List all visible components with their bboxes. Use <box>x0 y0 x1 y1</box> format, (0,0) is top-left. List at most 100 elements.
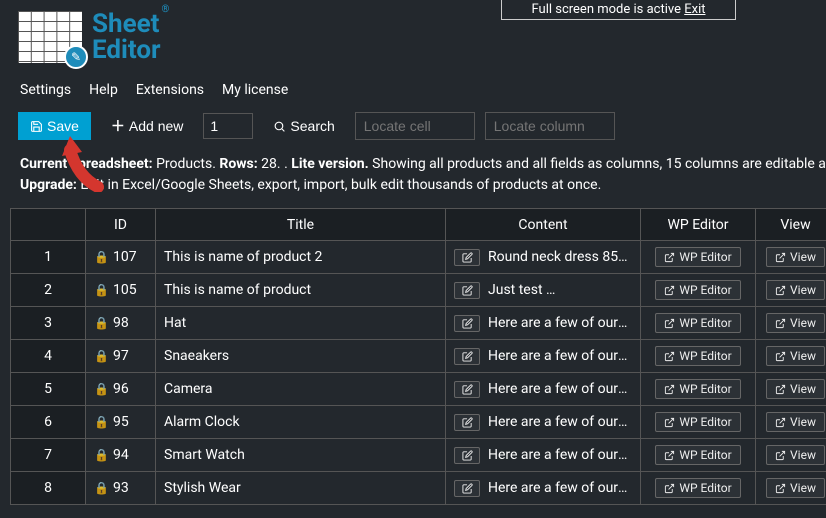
cell-id[interactable]: 🔒94 <box>86 439 156 472</box>
cell-id[interactable]: 🔒105 <box>86 274 156 307</box>
menu-help[interactable]: Help <box>89 82 118 98</box>
view-button[interactable]: View <box>766 379 825 399</box>
edit-content-button[interactable] <box>454 447 480 464</box>
content-text: Here are a few of our … <box>488 447 628 463</box>
cell-wp-editor: WP Editor <box>641 439 756 472</box>
cell-id[interactable]: 🔒98 <box>86 307 156 340</box>
search-button[interactable]: Search <box>263 112 344 140</box>
cell-id[interactable]: 🔒97 <box>86 340 156 373</box>
cell-title[interactable]: Alarm Clock <box>156 406 446 439</box>
wp-editor-button[interactable]: WP Editor <box>655 379 740 399</box>
lock-icon: 🔒 <box>94 415 109 429</box>
wp-editor-button[interactable]: WP Editor <box>655 280 740 300</box>
cell-view: View <box>756 439 826 472</box>
header-id[interactable]: ID <box>86 209 156 241</box>
table-row: 2🔒105This is name of productJust test … … <box>11 274 826 307</box>
cell-title[interactable]: This is name of product <box>156 274 446 307</box>
cell-wp-editor: WP Editor <box>641 340 756 373</box>
edit-content-button[interactable] <box>454 480 480 497</box>
cell-title[interactable]: Snaeakers <box>156 340 446 373</box>
edit-content-button[interactable] <box>454 315 480 332</box>
search-icon <box>273 120 286 133</box>
wp-editor-button[interactable]: WP Editor <box>655 445 740 465</box>
cell-wp-editor: WP Editor <box>641 472 756 505</box>
cell-content[interactable]: Here are a few of our … <box>446 340 641 373</box>
fullscreen-msg: Full screen mode is active <box>531 2 681 17</box>
edit-content-button[interactable] <box>454 414 480 431</box>
table-row: 4🔒97SnaeakersHere are a few of our … WP … <box>11 340 826 373</box>
view-button[interactable]: View <box>766 346 825 366</box>
view-button[interactable]: View <box>766 412 825 432</box>
table-row: 3🔒98HatHere are a few of our … WP Editor… <box>11 307 826 340</box>
lock-icon: 🔒 <box>94 481 109 495</box>
locate-column-input[interactable] <box>485 112 615 140</box>
cell-title[interactable]: Hat <box>156 307 446 340</box>
locate-cell-input[interactable] <box>355 112 475 140</box>
save-button[interactable]: Save <box>18 112 91 140</box>
cell-id[interactable]: 🔒95 <box>86 406 156 439</box>
menu-license[interactable]: My license <box>222 82 288 98</box>
edit-content-button[interactable] <box>454 381 480 398</box>
edit-content-button[interactable] <box>454 282 480 299</box>
cell-title[interactable]: Camera <box>156 373 446 406</box>
header-rownum <box>11 209 86 241</box>
header-wp-editor[interactable]: WP Editor <box>641 209 756 241</box>
cell-content[interactable]: Here are a few of our … <box>446 307 641 340</box>
cell-id[interactable]: 🔒107 <box>86 241 156 274</box>
info-block: Current spreadsheet: Products. Rows: 28.… <box>0 154 826 208</box>
cell-title[interactable]: Stylish Wear <box>156 472 446 505</box>
cell-id[interactable]: 🔒93 <box>86 472 156 505</box>
wp-editor-button[interactable]: WP Editor <box>655 478 740 498</box>
lock-icon: 🔒 <box>94 283 109 297</box>
cell-title[interactable]: This is name of product 2 <box>156 241 446 274</box>
row-number: 5 <box>11 373 86 406</box>
cell-content[interactable]: Here are a few of our … <box>446 373 641 406</box>
header-content[interactable]: Content <box>446 209 641 241</box>
content-text: Round neck dress 85c… <box>488 249 628 265</box>
fullscreen-exit-link[interactable]: Exit <box>684 2 705 17</box>
cell-content[interactable]: Here are a few of our … <box>446 472 641 505</box>
add-new-button[interactable]: ＋ Add new <box>101 110 193 142</box>
cell-view: View <box>756 373 826 406</box>
row-number: 1 <box>11 241 86 274</box>
logo-text: Sheet® Editor <box>88 11 167 63</box>
add-count-input[interactable] <box>203 113 253 139</box>
table-row: 7🔒94Smart WatchHere are a few of our … W… <box>11 439 826 472</box>
lock-icon: 🔒 <box>94 448 109 462</box>
info-upgrade-label: Upgrade: <box>20 177 77 193</box>
cell-title[interactable]: Smart Watch <box>156 439 446 472</box>
cell-wp-editor: WP Editor <box>641 406 756 439</box>
menu-extensions[interactable]: Extensions <box>136 82 204 98</box>
row-number: 8 <box>11 472 86 505</box>
view-button[interactable]: View <box>766 313 825 333</box>
lock-icon: 🔒 <box>94 349 109 363</box>
cell-id[interactable]: 🔒96 <box>86 373 156 406</box>
wp-editor-button[interactable]: WP Editor <box>655 247 740 267</box>
cell-view: View <box>756 406 826 439</box>
cell-content[interactable]: Here are a few of our … <box>446 439 641 472</box>
wp-editor-button[interactable]: WP Editor <box>655 412 740 432</box>
edit-content-button[interactable] <box>454 249 480 266</box>
header-title[interactable]: Title <box>156 209 446 241</box>
save-label: Save <box>47 118 79 134</box>
wp-editor-button[interactable]: WP Editor <box>655 313 740 333</box>
cell-wp-editor: WP Editor <box>641 307 756 340</box>
edit-content-button[interactable] <box>454 348 480 365</box>
cell-content[interactable]: Just test … <box>446 274 641 307</box>
row-number: 4 <box>11 340 86 373</box>
view-button[interactable]: View <box>766 445 825 465</box>
header-view[interactable]: View <box>756 209 826 241</box>
table-row: 1🔒107This is name of product 2 Round neck… <box>11 241 826 274</box>
logo-line1: Sheet <box>92 9 159 39</box>
lock-icon: 🔒 <box>94 316 109 330</box>
view-button[interactable]: View <box>766 280 825 300</box>
cell-content[interactable]: Here are a few of our … <box>446 406 641 439</box>
wp-editor-button[interactable]: WP Editor <box>655 346 740 366</box>
view-button[interactable]: View <box>766 247 825 267</box>
add-new-label: Add new <box>129 118 183 134</box>
menu-settings[interactable]: Settings <box>20 82 71 98</box>
content-text: Here are a few of our … <box>488 414 628 430</box>
info-rows-label: Rows: <box>219 156 257 172</box>
view-button[interactable]: View <box>766 478 825 498</box>
cell-content[interactable]: Round neck dress 85c… <box>446 241 641 274</box>
